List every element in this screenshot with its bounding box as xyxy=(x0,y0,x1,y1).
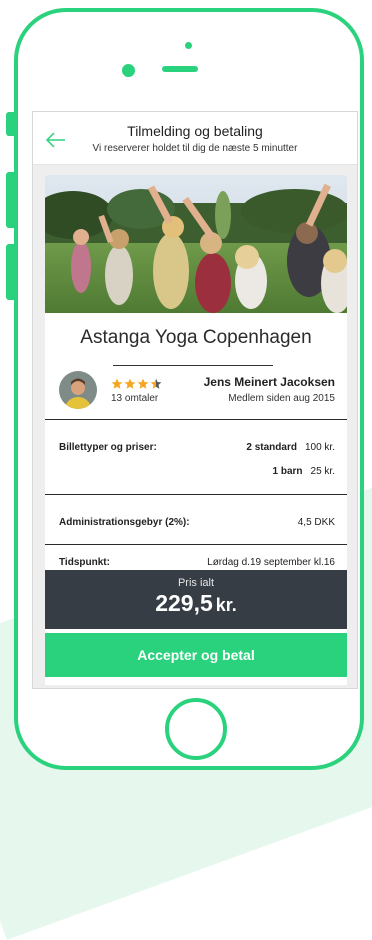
divider xyxy=(45,494,347,495)
host-member-since: Medlem siden aug 2015 xyxy=(228,393,335,404)
host-name[interactable]: Jens Meinert Jacoksen xyxy=(204,375,335,389)
star-icon xyxy=(150,378,162,389)
time-label: Tidspunkt: xyxy=(59,557,110,568)
total-price-bar: Pris ialt 229,5 kr. xyxy=(45,570,347,629)
event-photo xyxy=(45,175,347,313)
host-avatar[interactable] xyxy=(59,371,97,409)
page-subtitle: Vi reserverer holdet til dig de næste 5 … xyxy=(92,143,298,154)
ticket-type: 2 standard xyxy=(246,442,297,453)
fee-label: Administrationsgebyr (2%): xyxy=(59,517,190,528)
star-icon xyxy=(111,378,123,389)
ticket-row: 2 standard 100 kr. xyxy=(246,442,335,453)
fee-value: 4,5 DKK xyxy=(297,517,335,528)
review-count[interactable]: 13 omtaler xyxy=(111,393,158,404)
total-amount: 229,5 xyxy=(155,590,213,616)
time-value: Lørdag d.19 september kl.16 xyxy=(207,557,335,568)
home-button[interactable] xyxy=(165,698,227,760)
app-screen: Tilmelding og betaling Vi reserverer hol… xyxy=(32,111,358,689)
event-title: Astanga Yoga Copenhagen xyxy=(80,327,312,348)
header-bar: Tilmelding og betaling Vi reserverer hol… xyxy=(33,112,357,165)
rating-stars xyxy=(111,378,162,392)
star-icon xyxy=(124,378,136,389)
total-unit: kr. xyxy=(215,595,237,615)
star-icon xyxy=(137,378,149,389)
divider xyxy=(45,419,347,420)
divider xyxy=(45,544,347,545)
total-price: 229,5 kr. xyxy=(45,590,347,617)
page-title: Tilmelding og betaling xyxy=(127,123,263,139)
tickets-label: Billettyper og priser: xyxy=(59,442,157,453)
phone-camera xyxy=(122,64,135,77)
ticket-type: 1 barn xyxy=(272,466,303,477)
title-underline xyxy=(113,365,273,366)
accept-and-pay-button[interactable]: Accepter og betal xyxy=(45,633,347,677)
ticket-price: 25 kr. xyxy=(310,466,335,477)
phone-speaker xyxy=(162,66,198,72)
ticket-row: 1 barn 25 kr. xyxy=(273,466,335,477)
phone-microphone xyxy=(185,42,192,49)
ticket-price: 100 kr. xyxy=(304,442,335,453)
total-label: Pris ialt xyxy=(177,577,215,589)
